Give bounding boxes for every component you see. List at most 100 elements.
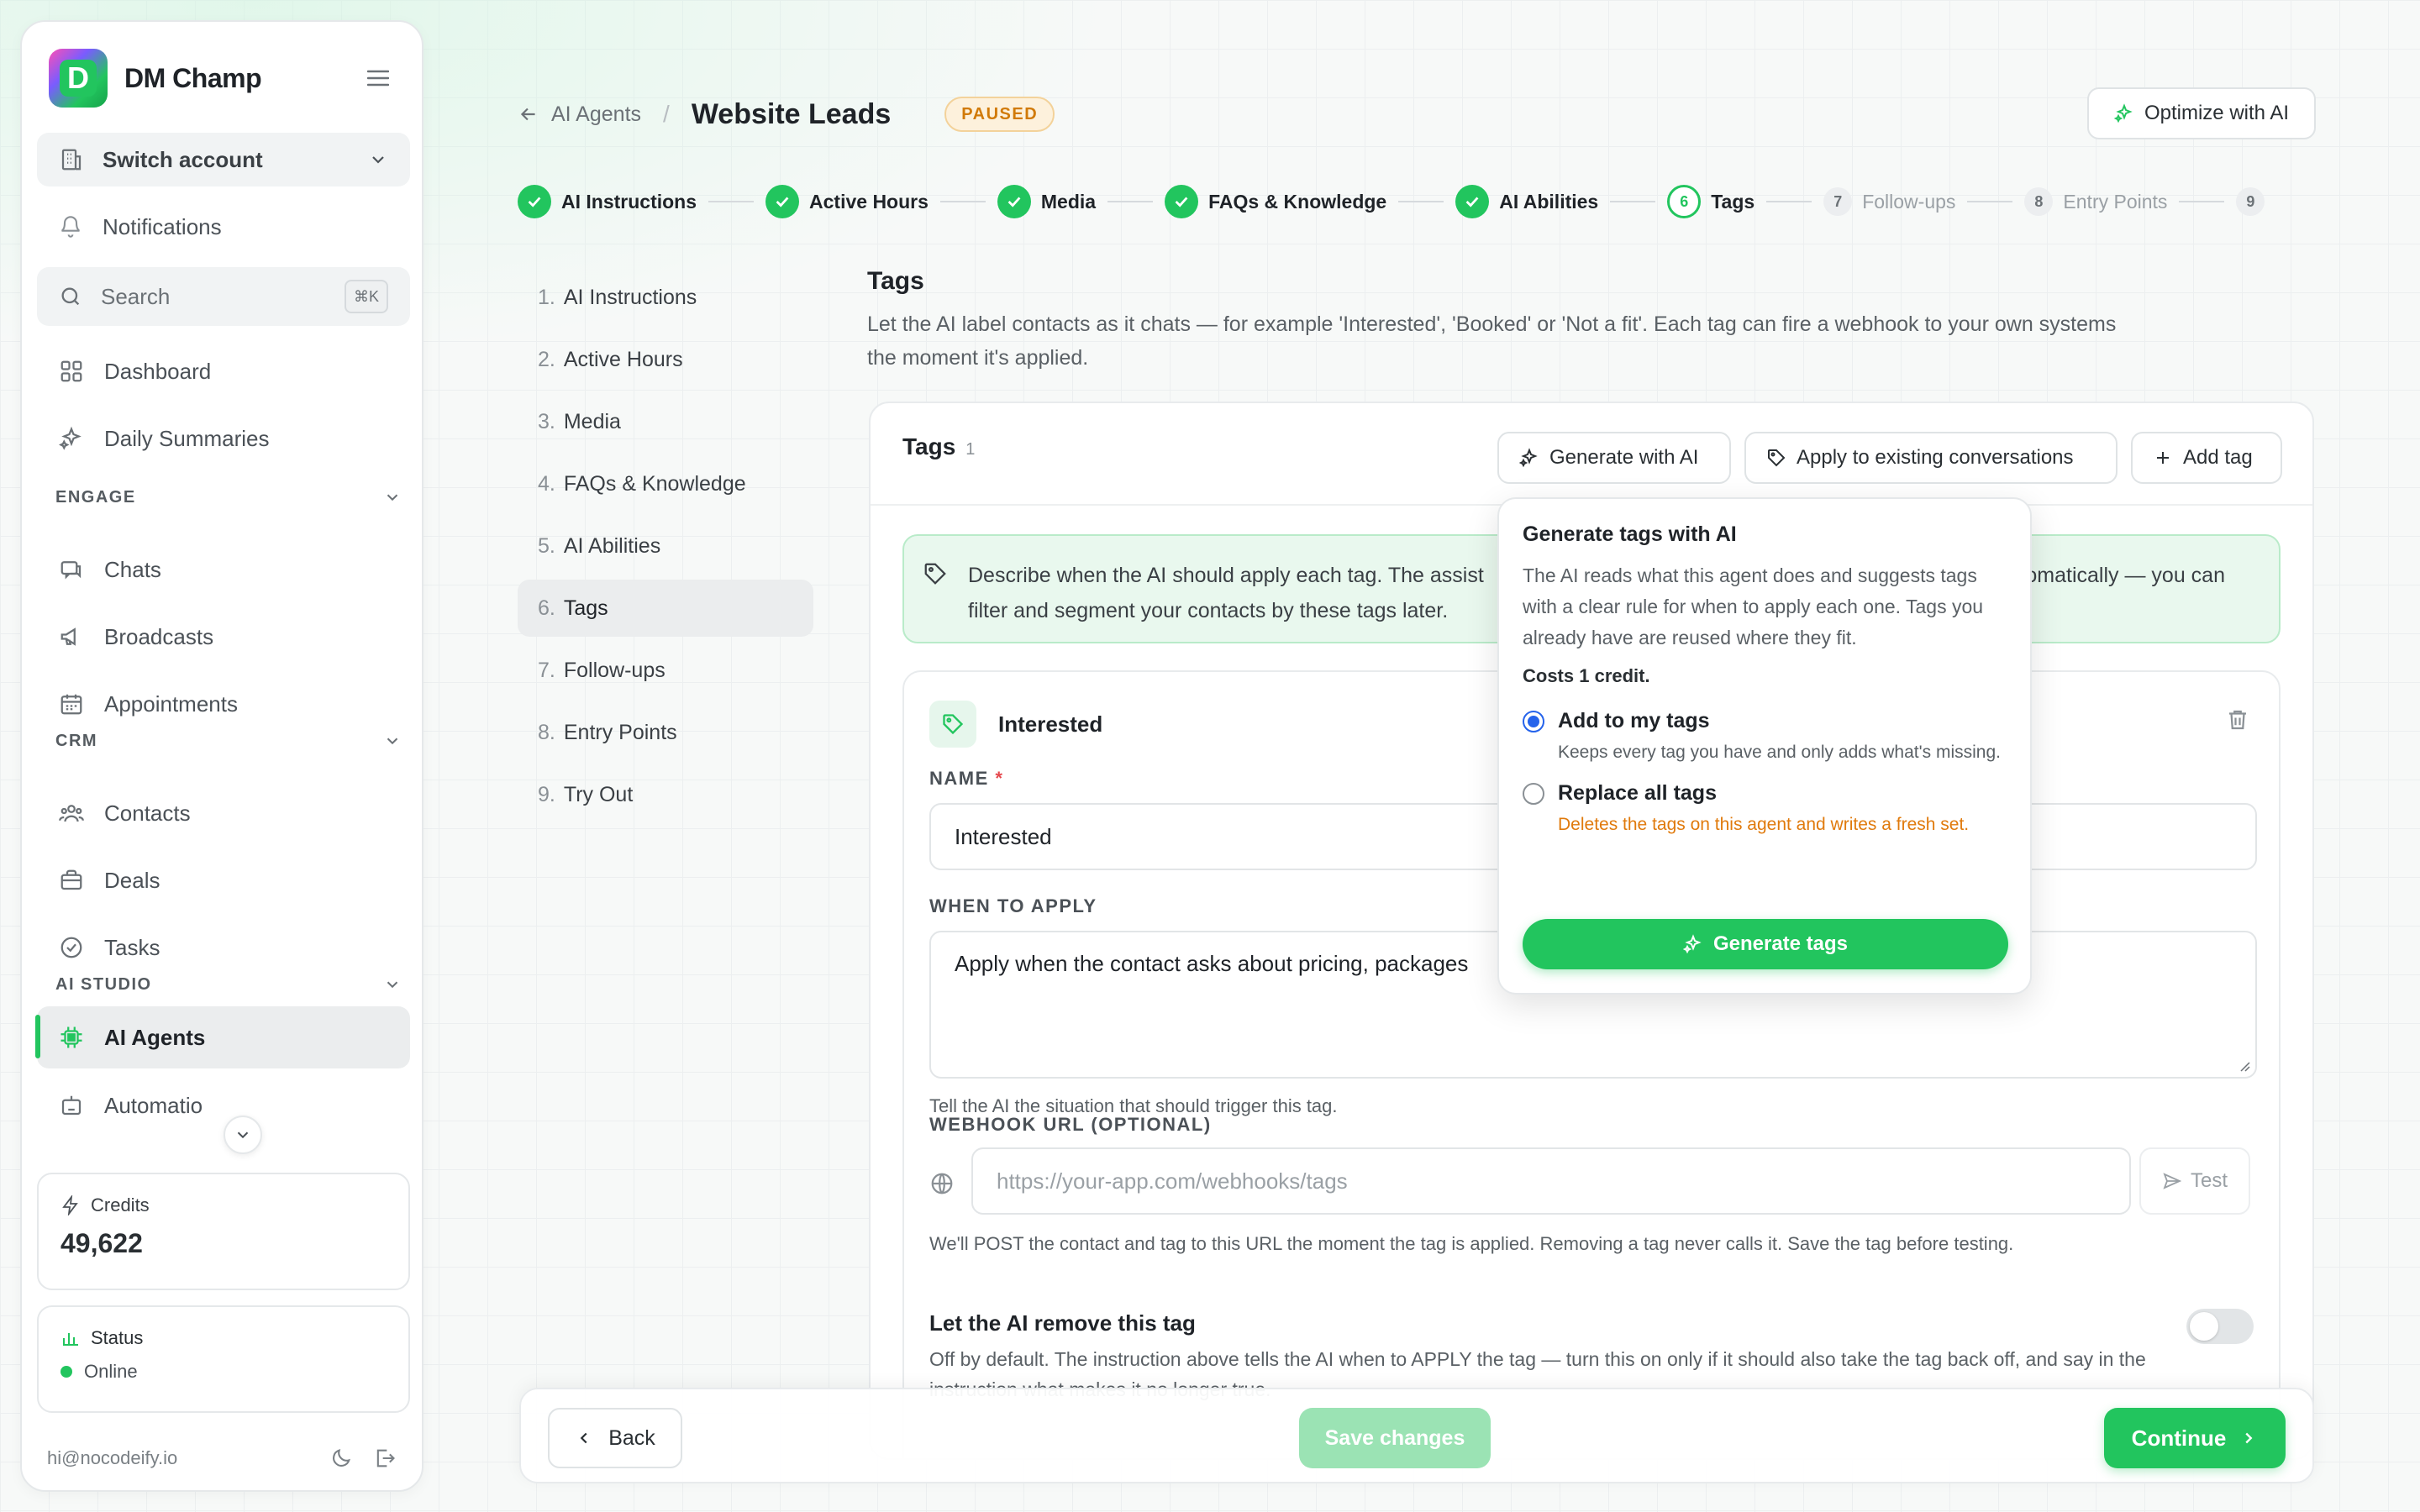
chevron-right-icon <box>2245 1432 2253 1444</box>
generate-tags-label: Generate tags <box>1712 932 1849 955</box>
step-try-out[interactable]: 9 <box>2236 187 2265 216</box>
nav-label: Contacts <box>104 800 191 826</box>
step-number: 6 <box>1667 185 1702 218</box>
generate-with-ai-button[interactable]: Generate with AI <box>1497 432 1731 484</box>
arrow-left-icon <box>520 108 535 121</box>
test-webhook-button[interactable]: Test <box>2139 1147 2250 1215</box>
step-list-item[interactable]: 2. Active Hours <box>518 331 813 388</box>
button-label: Apply to existing conversations <box>1797 446 2074 469</box>
nav-dashboard[interactable]: Dashboard <box>37 344 410 398</box>
remove-tag-title: Let the AI remove this tag <box>929 1310 1196 1336</box>
nav-ai-agents[interactable]: AI Agents <box>35 1006 410 1068</box>
nav-daily-summaries[interactable]: Daily Summaries <box>37 412 410 465</box>
step-list-item[interactable]: 8. Entry Points <box>518 704 813 761</box>
chevron-down-icon <box>387 981 398 989</box>
moon-icon[interactable] <box>329 1446 353 1470</box>
step-active-hours[interactable]: Active Hours <box>765 185 929 218</box>
webhook-placeholder: https://your-app.com/webhooks/tags <box>997 1168 1348 1194</box>
trash-icon[interactable] <box>2225 707 2250 732</box>
section-engage[interactable]: ENGAGE <box>55 482 402 512</box>
step-list: 1. AI Instructions 2. Active Hours 3. Media… <box>518 269 813 828</box>
required-mark: * <box>995 768 1004 789</box>
option-replace-all[interactable]: Replace all tags Deletes the tags on thi… <box>1523 781 2007 838</box>
step-ai-instructions[interactable]: AI Instructions <box>518 185 697 218</box>
add-tag-button[interactable]: Add tag <box>2131 432 2282 484</box>
step-label: Entry Points <box>2063 190 2168 213</box>
chevron-down-icon <box>237 1131 249 1139</box>
generate-tags-button[interactable]: Generate tags <box>1523 919 2008 969</box>
nav-appointments[interactable]: Appointments <box>37 677 410 731</box>
step-media[interactable]: Media <box>997 185 1096 218</box>
logo-row: D DM Champ <box>49 49 395 108</box>
tag-icon <box>929 701 976 748</box>
section-crm[interactable]: CRM <box>55 726 402 756</box>
test-label: Test <box>2190 1169 2228 1192</box>
nav-label: Daily Summaries <box>104 425 270 451</box>
page-title: Website Leads <box>691 97 892 130</box>
nav-chats[interactable]: Chats <box>37 543 410 596</box>
brand-logo[interactable]: D <box>49 49 108 108</box>
optimize-with-ai-button[interactable]: Optimize with AI <box>2087 87 2316 139</box>
step-list-item[interactable]: 7. Follow-ups <box>518 642 813 699</box>
radio-unselected[interactable] <box>1523 783 1544 805</box>
info-text-line1-end: omatically — you can <box>2025 564 2225 587</box>
step-list-number: 2. <box>538 347 555 371</box>
step-list-item[interactable]: 3. Media <box>518 393 813 450</box>
option-add-to-tags[interactable]: Add to my tags Keeps every tag you have … <box>1523 709 2007 766</box>
step-list-item-active[interactable]: 6. Tags <box>518 580 813 637</box>
tag-header: Interested <box>929 701 1102 748</box>
option-title: Add to my tags <box>1558 709 1710 732</box>
search-input[interactable]: Search ⌘K <box>37 267 410 326</box>
step-faqs[interactable]: FAQs & Knowledge <box>1165 185 1386 218</box>
remove-tag-toggle[interactable] <box>2186 1309 2254 1344</box>
nav-broadcasts[interactable]: Broadcasts <box>37 610 410 664</box>
robot-icon <box>61 1095 82 1116</box>
section-ai-studio[interactable]: AI STUDIO <box>55 969 402 1000</box>
nav-contacts[interactable]: Contacts <box>37 786 410 840</box>
nav-label: Automatio <box>104 1092 203 1118</box>
webhook-url-input[interactable]: https://your-app.com/webhooks/tags <box>971 1147 2131 1215</box>
status-dot <box>60 1366 72 1378</box>
option-text: Replace all tags Deletes the tags on thi… <box>1558 781 1969 838</box>
continue-button[interactable]: Continue <box>2104 1408 2286 1468</box>
breadcrumb[interactable]: AI Agents <box>518 102 641 127</box>
switch-account-button[interactable]: Switch account <box>37 133 410 186</box>
step-list-number: 1. <box>538 285 555 309</box>
step-list-item[interactable]: 4. FAQs & Knowledge <box>518 455 813 512</box>
webhook-label: WEBHOOK URL (OPTIONAL) <box>929 1114 1212 1135</box>
back-button[interactable]: Back <box>548 1408 682 1468</box>
resize-handle-icon[interactable] <box>2237 1058 2250 1072</box>
logout-icon[interactable] <box>373 1446 397 1470</box>
scroll-down-button[interactable] <box>224 1116 262 1154</box>
step-label: FAQs & Knowledge <box>1208 190 1387 213</box>
step-list-item[interactable]: 5. AI Abilities <box>518 517 813 575</box>
step-list-number: 9. <box>538 782 555 806</box>
step-ai-abilities[interactable]: AI Abilities <box>1455 185 1598 218</box>
nav-tasks[interactable]: Tasks <box>37 921 410 974</box>
nav-automations[interactable]: Automatio <box>37 1079 410 1132</box>
nav-notifications[interactable]: Notifications <box>37 200 410 254</box>
globe-icon <box>931 1173 953 1194</box>
radio-selected[interactable] <box>1523 711 1544 732</box>
section-label: ENGAGE <box>55 487 136 507</box>
step-entry-points[interactable]: 8 Entry Points <box>2024 187 2167 216</box>
step-list-item[interactable]: 9. Try Out <box>518 766 813 823</box>
sidebar-footer: hi@nocodeify.io <box>47 1441 397 1475</box>
panel-title: Tags 1 <box>902 433 975 460</box>
hamburger-menu-icon[interactable] <box>361 61 395 95</box>
nav-label: AI Agents <box>104 1024 206 1050</box>
option-warning: Deletes the tags on this agent and write… <box>1558 815 1970 834</box>
step-tags[interactable]: 6 Tags <box>1667 185 1754 218</box>
step-follow-ups[interactable]: 7 Follow-ups <box>1823 187 1955 216</box>
step-number: 8 <box>2024 187 2054 216</box>
calendar-icon <box>60 694 82 715</box>
step-list-item[interactable]: 1. AI Instructions <box>518 269 813 326</box>
chevron-down-icon <box>387 494 398 501</box>
bell-icon <box>61 216 80 238</box>
step-number: 9 <box>2236 187 2265 216</box>
popover-cost: Costs 1 credit. <box>1523 665 1650 686</box>
apply-existing-button[interactable]: Apply to existing conversations <box>1744 432 2118 484</box>
nav-deals[interactable]: Deals <box>37 853 410 907</box>
save-changes-button[interactable]: Save changes <box>1299 1408 1491 1468</box>
credits-card: Credits 49,622 <box>37 1173 410 1290</box>
